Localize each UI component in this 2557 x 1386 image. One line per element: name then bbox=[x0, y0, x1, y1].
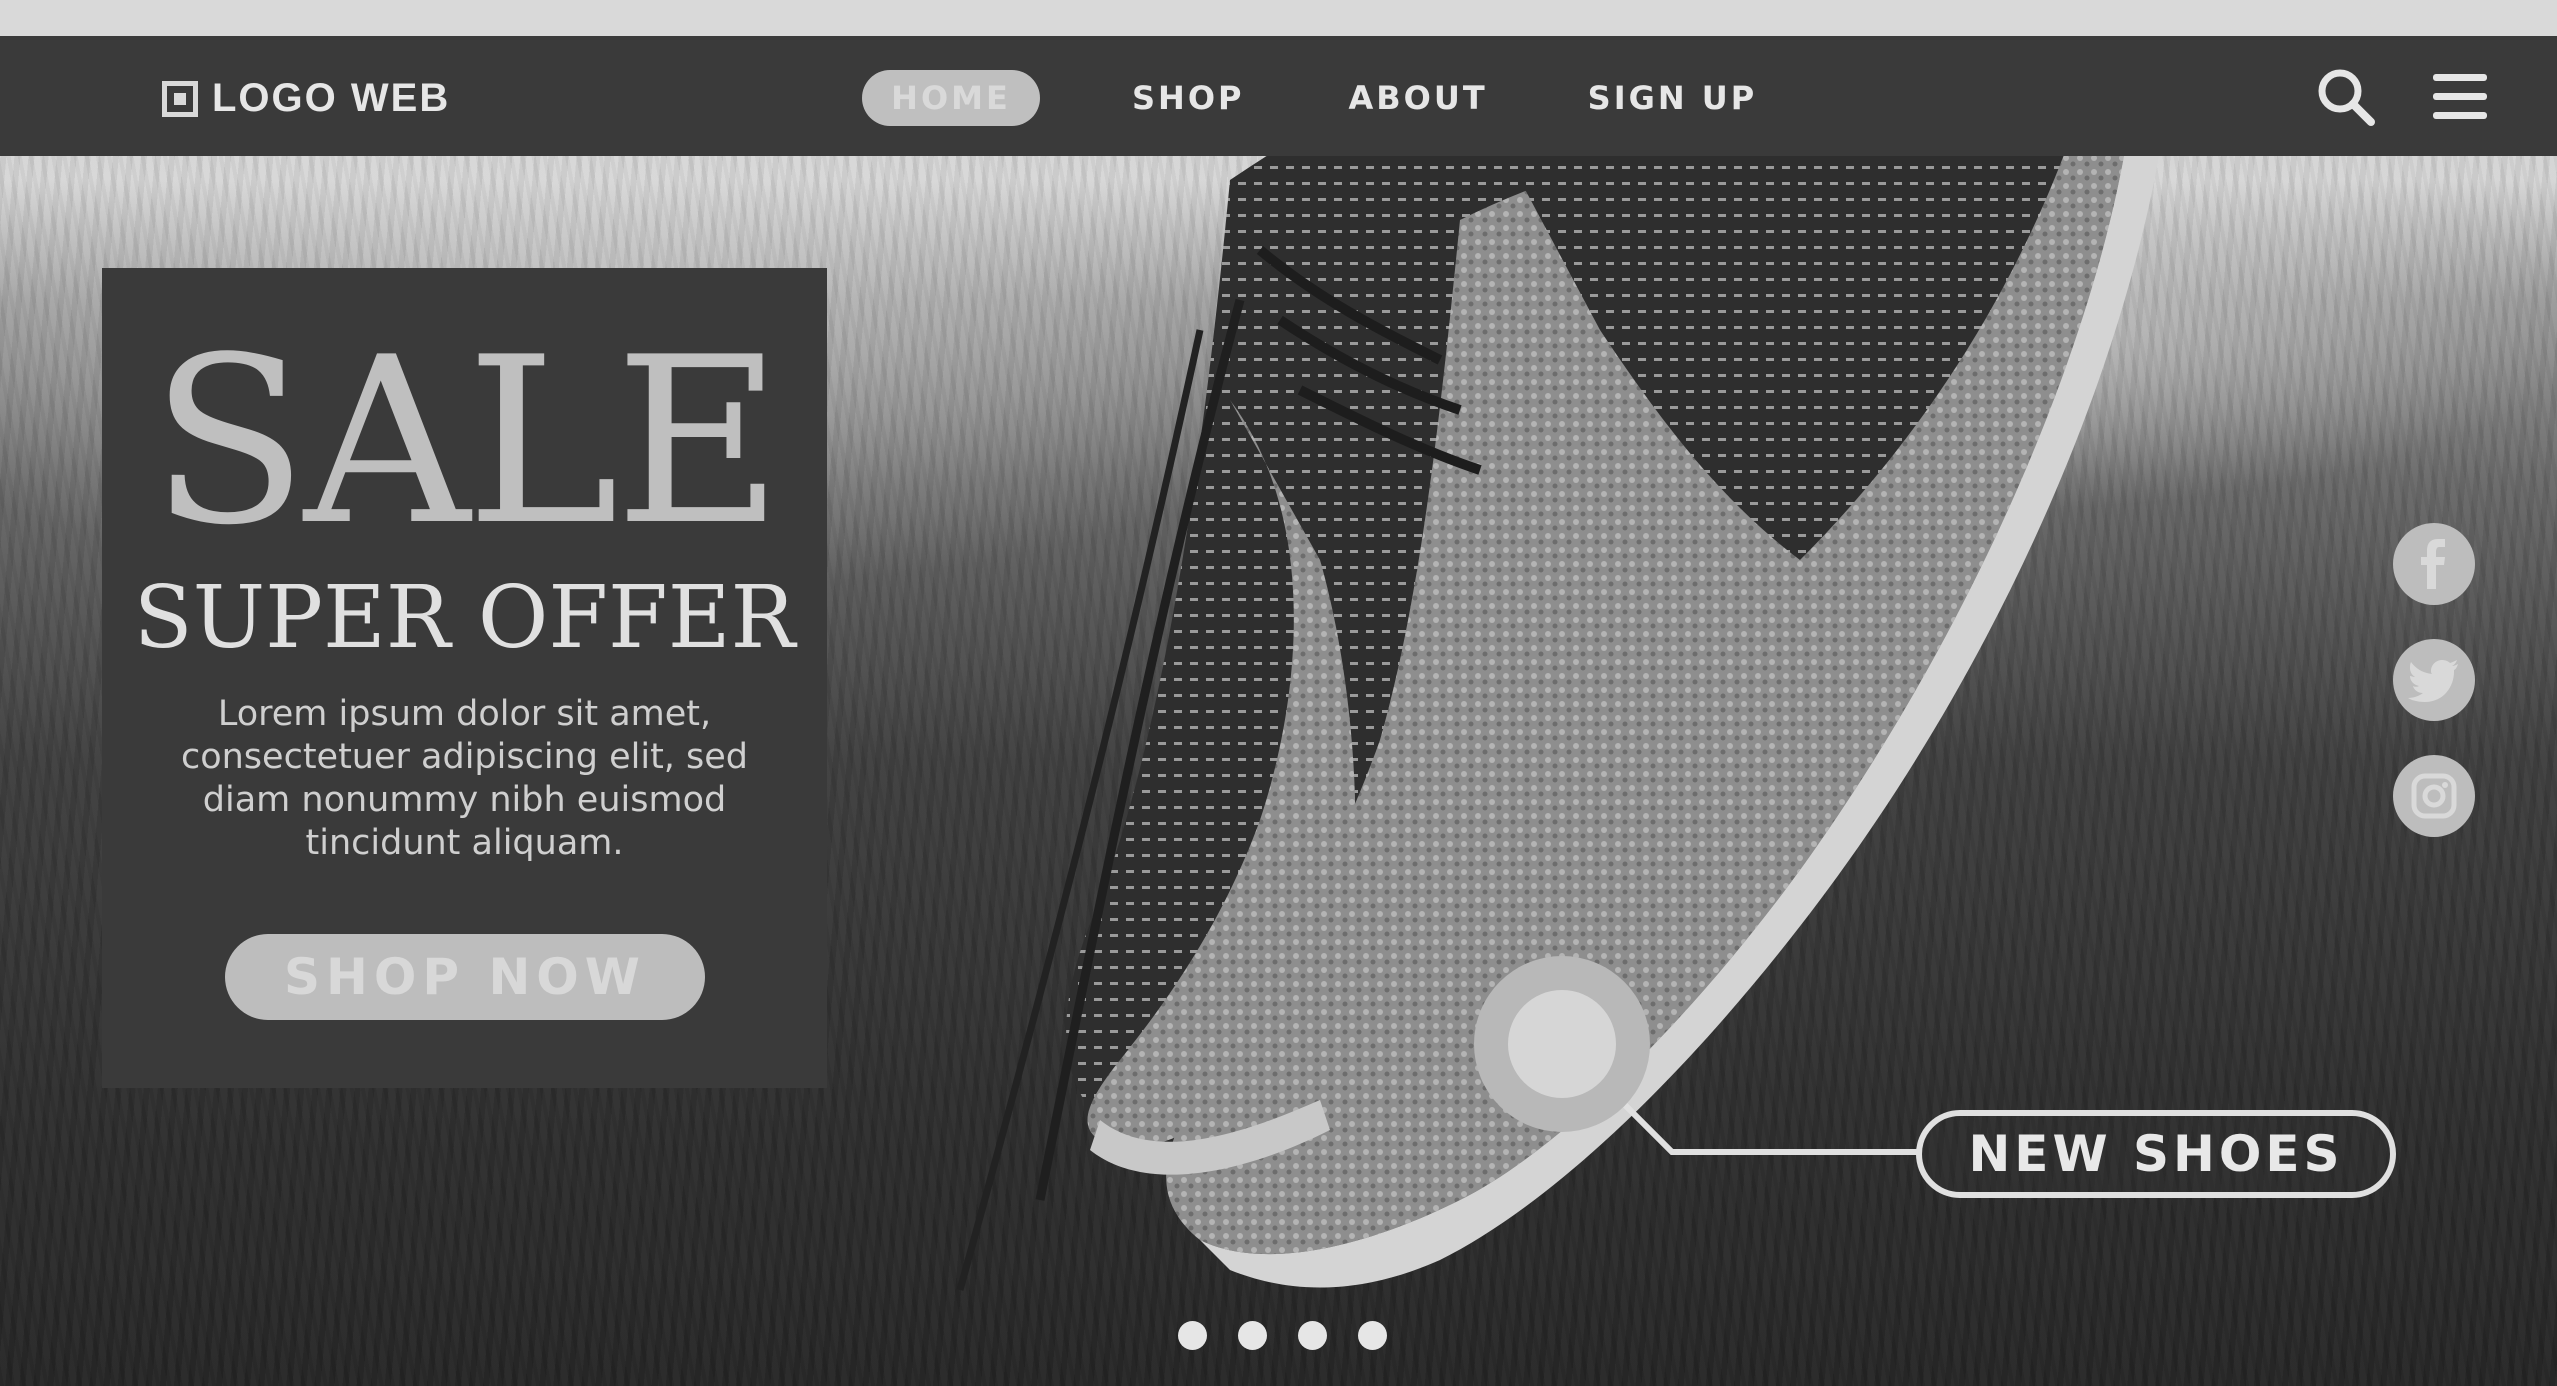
product-hotspot-center bbox=[1508, 990, 1616, 1098]
new-shoes-label[interactable]: NEW SHOES bbox=[1916, 1110, 2396, 1198]
carousel-dots bbox=[1178, 1321, 1387, 1350]
carousel-dot[interactable] bbox=[1238, 1321, 1267, 1350]
landing-page: LOGO WEB HOME SHOP ABOUT SIGN UP SALE SU… bbox=[0, 0, 2557, 1386]
carousel-dot[interactable] bbox=[1178, 1321, 1207, 1350]
carousel-dot[interactable] bbox=[1298, 1321, 1327, 1350]
carousel-dot[interactable] bbox=[1358, 1321, 1387, 1350]
product-hotspot[interactable] bbox=[1474, 956, 1650, 1132]
